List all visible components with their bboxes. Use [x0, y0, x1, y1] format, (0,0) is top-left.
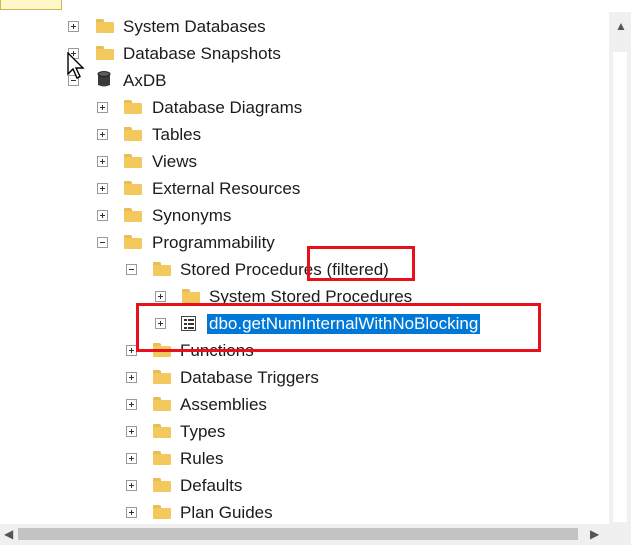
vertical-scroll-thumb[interactable] [613, 52, 627, 522]
folder-icon [124, 127, 142, 141]
folder-icon [124, 181, 142, 195]
folder-icon [153, 262, 171, 276]
expand-icon[interactable] [126, 507, 137, 518]
mouse-cursor-icon [67, 52, 85, 79]
expand-icon[interactable] [126, 399, 137, 410]
tree-node-rules[interactable]: Rules [0, 446, 600, 472]
node-label: Types [180, 422, 226, 441]
node-label: Database Snapshots [123, 44, 281, 63]
node-label: AxDB [123, 71, 167, 90]
expand-icon[interactable] [97, 156, 108, 167]
scroll-right-icon[interactable]: ▶ [590, 528, 599, 540]
object-explorer-tree: System Databases Database Snapshots AxDB… [0, 14, 609, 524]
tree-node-tables[interactable]: Tables [0, 122, 600, 148]
collapse-icon[interactable] [126, 264, 137, 275]
expand-icon[interactable] [97, 129, 108, 140]
tree-node-database-triggers[interactable]: Database Triggers [0, 365, 600, 391]
folder-icon [124, 154, 142, 168]
tree-node-synonyms[interactable]: Synonyms [0, 203, 600, 229]
tree-node-types[interactable]: Types [0, 419, 600, 445]
tree-node-defaults[interactable]: Defaults [0, 473, 600, 499]
folder-icon [182, 289, 200, 303]
node-label: External Resources [152, 179, 301, 198]
folder-icon [96, 46, 114, 60]
scroll-left-icon[interactable]: ◀ [4, 528, 13, 540]
folder-icon [96, 19, 114, 33]
tree-node-external-resources[interactable]: External Resources [0, 176, 600, 202]
tree-node-views[interactable]: Views [0, 149, 600, 175]
node-label: Assemblies [180, 395, 267, 414]
node-label: Synonyms [152, 206, 232, 225]
expand-icon[interactable] [97, 210, 108, 221]
node-label: Programmability [152, 233, 275, 252]
tree-node-database-snapshots[interactable]: Database Snapshots [0, 41, 600, 67]
tree-node-programmability[interactable]: Programmability [0, 230, 600, 256]
highlight-box-selected-procedure [136, 303, 541, 352]
highlight-box-filtered [307, 246, 415, 281]
scroll-up-icon[interactable]: ▲ [615, 20, 627, 32]
expand-icon[interactable] [68, 21, 79, 32]
collapse-icon[interactable] [97, 237, 108, 248]
folder-icon [153, 370, 171, 384]
expand-icon[interactable] [126, 480, 137, 491]
node-label: Tables [152, 125, 202, 144]
top-strip [0, 0, 631, 12]
expand-icon[interactable] [97, 183, 108, 194]
tree-node-assemblies[interactable]: Assemblies [0, 392, 600, 418]
folder-icon [153, 397, 171, 411]
expand-icon[interactable] [126, 372, 137, 383]
expand-icon[interactable] [97, 102, 108, 113]
folder-icon [153, 451, 171, 465]
expand-icon[interactable] [126, 426, 137, 437]
node-label: Database Triggers [180, 368, 319, 387]
document-tab[interactable] [0, 0, 62, 10]
node-label: Database Diagrams [152, 98, 303, 117]
folder-icon [124, 208, 142, 222]
tree-node-plan-guides[interactable]: Plan Guides [0, 500, 600, 524]
database-icon [97, 71, 111, 87]
node-label: Views [152, 152, 198, 171]
folder-icon [153, 478, 171, 492]
node-label: Defaults [180, 476, 243, 495]
folder-icon [153, 424, 171, 438]
node-label: System Databases [123, 17, 266, 36]
tree-node-stored-procedures[interactable]: Stored Procedures (filtered) [0, 257, 600, 283]
horizontal-scrollbar[interactable]: ◀ ▶ [0, 524, 631, 545]
folder-icon [153, 505, 171, 519]
expand-icon[interactable] [126, 453, 137, 464]
tree-node-axdb[interactable]: AxDB [0, 68, 600, 94]
vertical-scrollbar[interactable]: ▲ [609, 12, 631, 524]
horizontal-scroll-thumb[interactable] [18, 528, 578, 540]
node-label: Rules [180, 449, 224, 468]
tree-node-database-diagrams[interactable]: Database Diagrams [0, 95, 600, 121]
expand-icon[interactable] [155, 291, 166, 302]
node-label: Plan Guides [180, 503, 273, 522]
folder-icon [124, 235, 142, 249]
folder-icon [124, 100, 142, 114]
tree-node-system-databases[interactable]: System Databases [0, 14, 600, 40]
